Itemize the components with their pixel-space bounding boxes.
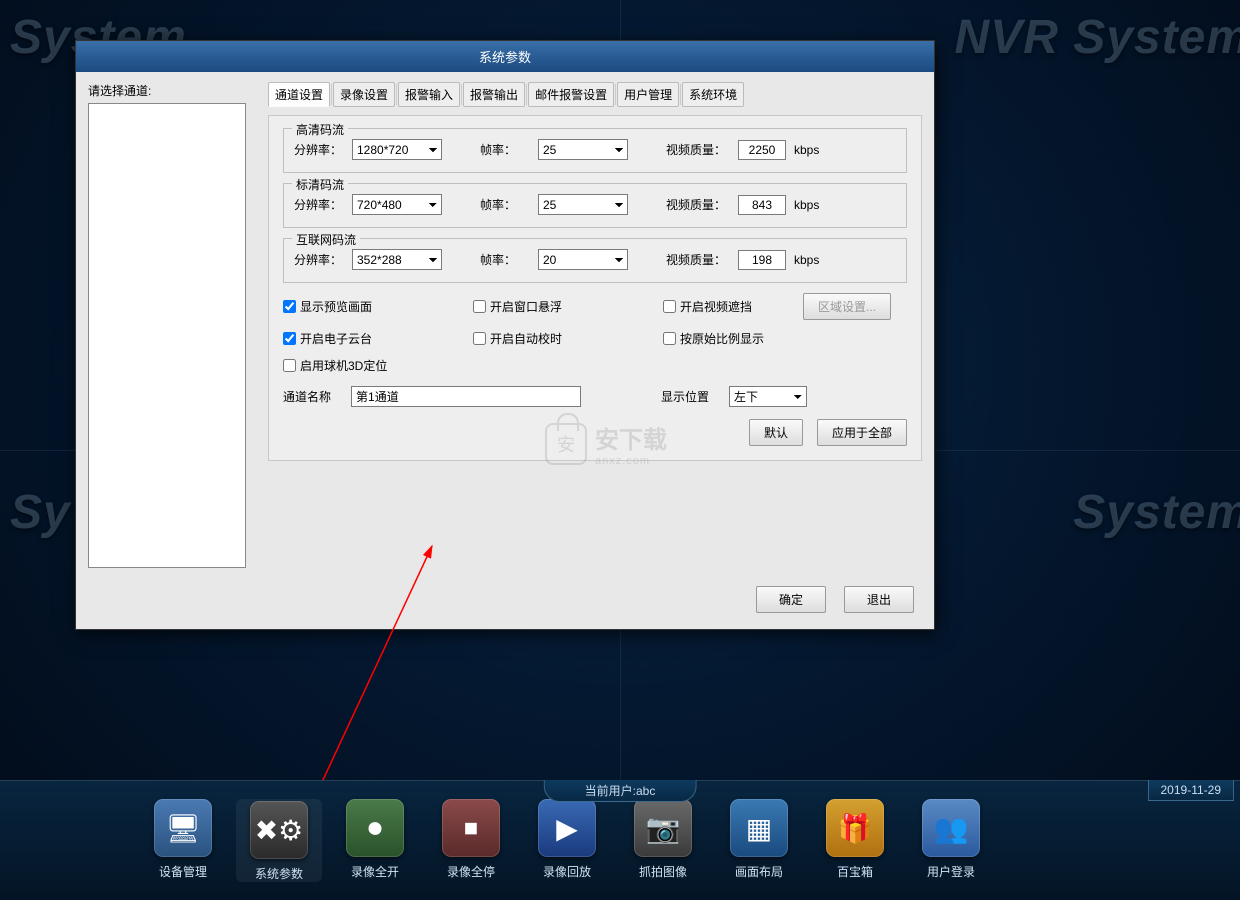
tab-5[interactable]: 用户管理 <box>617 82 679 107</box>
fps-select[interactable]: 20 <box>538 249 628 270</box>
taskbar-icon: ⏺ <box>346 799 404 857</box>
taskbar-icon: 👥 <box>922 799 980 857</box>
check-window-float[interactable]: 开启窗口悬浮 <box>473 293 663 320</box>
display-position-select[interactable]: 左下 <box>729 386 807 407</box>
ok-button[interactable]: 确定 <box>756 586 826 613</box>
taskbar-item-1[interactable]: ✖⚙ 系统参数 <box>236 799 322 882</box>
check-original-ratio[interactable]: 按原始比例显示 <box>663 330 803 347</box>
taskbar-item-5[interactable]: 📷 抓拍图像 <box>620 799 706 882</box>
kbps-unit: kbps <box>794 253 819 267</box>
resolution-label: 分辨率： <box>294 141 346 158</box>
stream-legend: 高清码流 <box>292 121 348 138</box>
resolution-label: 分辨率： <box>294 196 346 213</box>
stream-group-1: 标清码流分辨率：720*480帧率：25视频质量：kbps <box>283 183 907 228</box>
taskbar-icon: 📷 <box>634 799 692 857</box>
tab-0[interactable]: 通道设置 <box>268 82 330 107</box>
taskbar-item-2[interactable]: ⏺ 录像全开 <box>332 799 418 882</box>
taskbar-icon: 🎁 <box>826 799 884 857</box>
kbps-unit: kbps <box>794 143 819 157</box>
taskbar-label: 百宝箱 <box>812 863 898 880</box>
fps-label: 帧率： <box>480 251 532 268</box>
fps-label: 帧率： <box>480 196 532 213</box>
taskbar-item-7[interactable]: 🎁 百宝箱 <box>812 799 898 882</box>
quality-label: 视频质量： <box>666 141 732 158</box>
apply-all-button[interactable]: 应用于全部 <box>817 419 907 446</box>
fps-select[interactable]: 25 <box>538 139 628 160</box>
tab-3[interactable]: 报警输出 <box>463 82 525 107</box>
kbps-unit: kbps <box>794 198 819 212</box>
tab-4[interactable]: 邮件报警设置 <box>528 82 614 107</box>
channel-settings-panel: 高清码流分辨率：1280*720帧率：25视频质量：kbps标清码流分辨率：72… <box>268 115 922 461</box>
bg-brand-2: NVR System <box>955 10 1240 65</box>
taskbar-label: 录像全开 <box>332 863 418 880</box>
channel-name-label: 通道名称 <box>283 388 331 405</box>
resolution-select[interactable]: 1280*720 <box>352 139 442 160</box>
taskbar-label: 用户登录 <box>908 863 994 880</box>
stream-legend: 互联网码流 <box>292 231 360 248</box>
taskbar-icon: ▦ <box>730 799 788 857</box>
select-channel-label: 请选择通道: <box>88 82 258 99</box>
default-button[interactable]: 默认 <box>749 419 803 446</box>
settings-tabs: 通道设置录像设置报警输入报警输出邮件报警设置用户管理系统环境 <box>268 82 922 107</box>
resolution-label: 分辨率： <box>294 251 346 268</box>
tab-6[interactable]: 系统环境 <box>682 82 744 107</box>
bg-brand-4: System <box>1073 485 1240 540</box>
taskbar-item-0[interactable]: 🖥 设备管理 <box>140 799 226 882</box>
check-show-preview[interactable]: 显示预览画面 <box>283 293 473 320</box>
taskbar-icon: 🖥 <box>154 799 212 857</box>
taskbar-item-8[interactable]: 👥 用户登录 <box>908 799 994 882</box>
current-user-pill: 当前用户:abc <box>544 780 697 802</box>
taskbar-label: 抓拍图像 <box>620 863 706 880</box>
tab-1[interactable]: 录像设置 <box>333 82 395 107</box>
quality-input[interactable] <box>738 195 786 215</box>
check-eptz[interactable]: 开启电子云台 <box>283 330 473 347</box>
quality-label: 视频质量： <box>666 251 732 268</box>
check-dome-3d[interactable]: 启用球机3D定位 <box>283 357 387 374</box>
channel-listbox[interactable] <box>88 103 246 568</box>
channel-name-input[interactable] <box>351 386 581 407</box>
region-settings-button[interactable]: 区域设置... <box>803 293 891 320</box>
quality-input[interactable] <box>738 250 786 270</box>
check-auto-time[interactable]: 开启自动校时 <box>473 330 663 347</box>
taskbar-label: 设备管理 <box>140 863 226 880</box>
exit-button[interactable]: 退出 <box>844 586 914 613</box>
check-video-mask[interactable]: 开启视频遮挡 <box>663 293 803 320</box>
bg-brand-3: Sy <box>10 485 71 540</box>
resolution-select[interactable]: 720*480 <box>352 194 442 215</box>
taskbar-label: 录像全停 <box>428 863 514 880</box>
tab-2[interactable]: 报警输入 <box>398 82 460 107</box>
taskbar-item-4[interactable]: ▶ 录像回放 <box>524 799 610 882</box>
taskbar-label: 录像回放 <box>524 863 610 880</box>
taskbar: 当前用户:abc 2019-11-29 🖥 设备管理 ✖⚙ 系统参数 ⏺ 录像全开 ⏹ 录像全… <box>0 780 1240 900</box>
taskbar-item-6[interactable]: ▦ 画面布局 <box>716 799 802 882</box>
display-position-label: 显示位置 <box>661 388 709 405</box>
fps-select[interactable]: 25 <box>538 194 628 215</box>
resolution-select[interactable]: 352*288 <box>352 249 442 270</box>
taskbar-item-3[interactable]: ⏹ 录像全停 <box>428 799 514 882</box>
date-display: 2019-11-29 <box>1148 780 1235 801</box>
taskbar-icon: ✖⚙ <box>250 801 308 859</box>
fps-label: 帧率： <box>480 141 532 158</box>
stream-group-2: 互联网码流分辨率：352*288帧率：20视频质量：kbps <box>283 238 907 283</box>
stream-group-0: 高清码流分辨率：1280*720帧率：25视频质量：kbps <box>283 128 907 173</box>
quality-input[interactable] <box>738 140 786 160</box>
taskbar-label: 系统参数 <box>236 865 322 882</box>
taskbar-label: 画面布局 <box>716 863 802 880</box>
taskbar-icon: ▶ <box>538 799 596 857</box>
taskbar-icon: ⏹ <box>442 799 500 857</box>
system-params-dialog: 系统参数 请选择通道: 通道设置录像设置报警输入报警输出邮件报警设置用户管理系统… <box>75 40 935 630</box>
quality-label: 视频质量： <box>666 196 732 213</box>
dialog-title: 系统参数 <box>76 41 934 72</box>
stream-legend: 标清码流 <box>292 176 348 193</box>
